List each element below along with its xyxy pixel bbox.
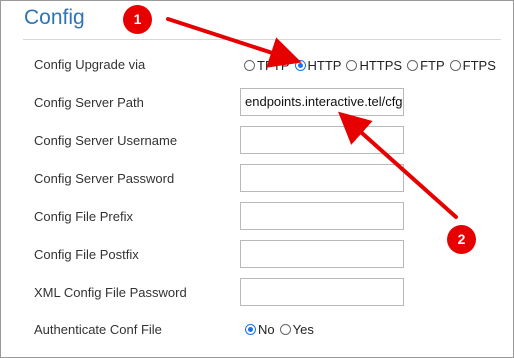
arrow-2	[338, 111, 458, 219]
annotation-badge-1: 1	[123, 5, 152, 34]
arrow-1	[166, 17, 302, 68]
annotation-arrows	[166, 17, 458, 219]
annotation-badge-2: 2	[447, 225, 476, 254]
